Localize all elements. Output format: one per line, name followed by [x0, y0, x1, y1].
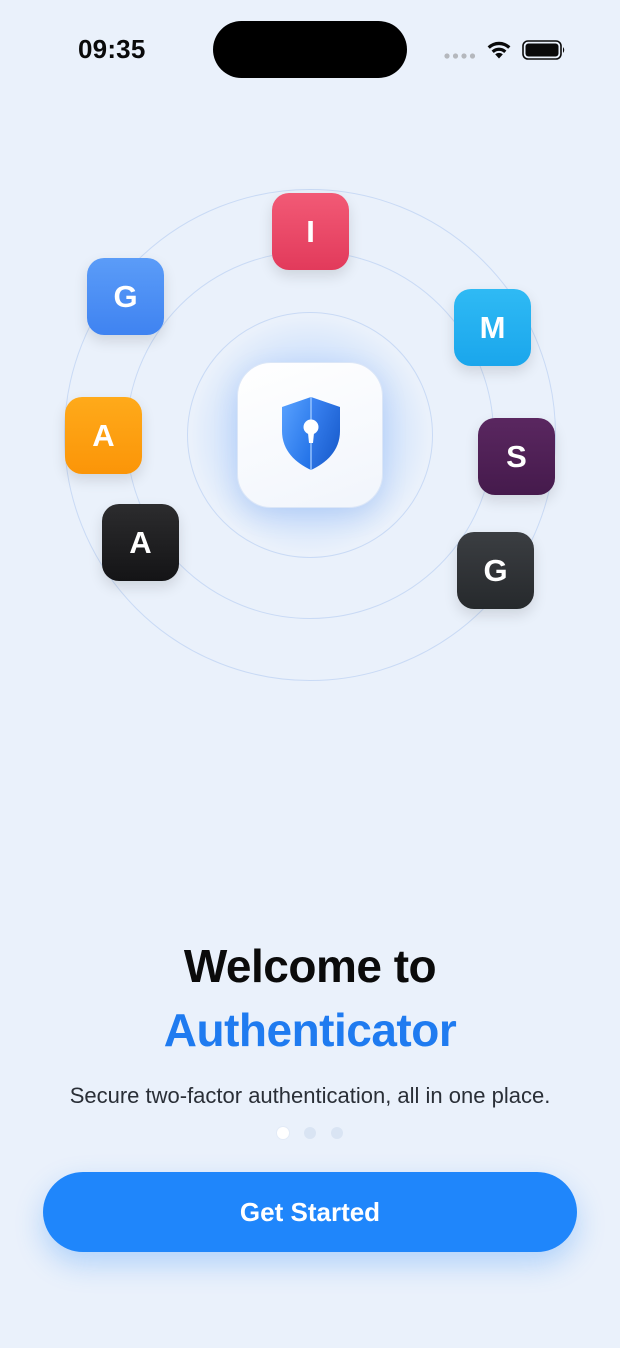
onboarding-subtitle: Secure two-factor authentication, all in…: [69, 1083, 551, 1108]
get-started-button[interactable]: Get Started: [43, 1172, 577, 1252]
app-tile-letter: A: [92, 417, 115, 453]
app-tile-g-dark: G: [457, 532, 534, 609]
app-tile-a: A: [65, 397, 142, 474]
app-logo-tile: [237, 362, 383, 508]
app-tile-s: S: [478, 418, 555, 495]
app-tile-g: G: [87, 258, 164, 335]
onboarding-screen: 09:35 I G M A S A G Welcome to Authentic…: [0, 0, 620, 1348]
app-tile-letter: I: [306, 213, 315, 249]
app-tile-letter: G: [113, 278, 138, 314]
page-dot[interactable]: [331, 1127, 343, 1139]
page-dot-active[interactable]: [277, 1127, 289, 1139]
app-tile-m: M: [454, 289, 531, 366]
app-tile-letter: S: [506, 438, 527, 474]
welcome-title: Welcome to: [183, 940, 437, 992]
app-tile-letter: G: [483, 552, 508, 588]
app-tile-i: I: [272, 193, 349, 270]
page-indicator[interactable]: [0, 1127, 620, 1139]
shield-keyhole-icon: [282, 397, 340, 470]
app-name-title: Authenticator: [163, 1004, 457, 1056]
app-tile-a-dark: A: [102, 504, 179, 581]
security-illustration: I G M A S A G: [0, 0, 620, 740]
app-tile-letter: A: [129, 524, 152, 560]
page-dot[interactable]: [304, 1127, 316, 1139]
app-tile-letter: M: [479, 309, 506, 345]
